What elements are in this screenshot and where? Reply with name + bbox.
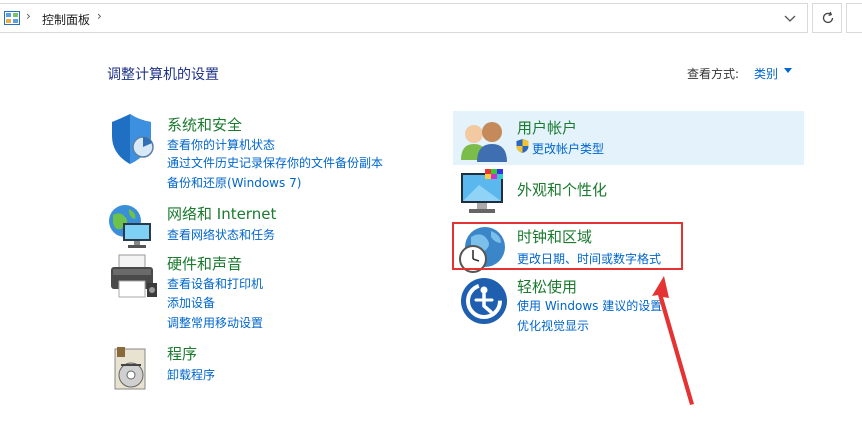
category-system-security: 系统和安全 查看你的计算机状态 通过文件历史记录保存你的文件备份副本 备份和还原… [107, 114, 437, 194]
link-change-account-type[interactable]: 更改帐户类型 [532, 140, 604, 157]
monitor-palette-icon[interactable] [459, 167, 509, 217]
chevron-down-icon[interactable] [784, 13, 796, 23]
link-windows-suggested-settings[interactable]: 使用 Windows 建议的设置 [517, 297, 662, 314]
programs-icon[interactable] [107, 343, 157, 393]
link-devices-printers[interactable]: 查看设备和打印机 [167, 275, 263, 292]
category-programs: 程序 卸载程序 [107, 343, 437, 390]
category-ease-of-access: 轻松使用 使用 Windows 建议的设置 优化视觉显示 [459, 276, 799, 334]
link-add-device[interactable]: 添加设备 [167, 294, 215, 311]
view-by-dropdown[interactable]: 类别 [754, 65, 778, 82]
breadcrumb-chevron-icon[interactable]: › [97, 9, 102, 23]
view-by-label: 查看方式: [687, 67, 740, 81]
breadcrumb-control-panel[interactable]: 控制面板 [42, 11, 90, 28]
breadcrumb-separator-icon[interactable]: › [26, 9, 31, 23]
link-mobility-settings[interactable]: 调整常用移动设置 [167, 314, 263, 331]
uac-shield-icon [516, 139, 529, 153]
address-bar-area: › 控制面板 › [0, 0, 862, 38]
link-backup-restore[interactable]: 备份和还原(Windows 7) [167, 174, 301, 191]
annotation-highlight-box [452, 222, 683, 270]
caret-down-icon[interactable] [784, 68, 792, 74]
category-network-internet: 网络和 Internet 查看网络状态和任务 [107, 203, 437, 248]
refresh-button[interactable] [812, 3, 842, 33]
address-bar[interactable]: › 控制面板 › [0, 3, 808, 33]
link-optimize-display[interactable]: 优化视觉显示 [517, 317, 589, 334]
link-uninstall-program[interactable]: 卸载程序 [167, 366, 215, 383]
ease-of-access-icon[interactable] [459, 276, 509, 326]
category-appearance: 外观和个性化 [459, 167, 799, 217]
network-globe-icon[interactable] [107, 203, 157, 253]
refresh-icon [822, 11, 834, 24]
page-title: 调整计算机的设置 [107, 67, 219, 83]
category-title[interactable]: 系统和安全 [167, 114, 242, 135]
link-network-status[interactable]: 查看网络状态和任务 [167, 226, 275, 243]
printer-icon[interactable] [107, 253, 157, 303]
shield-icon[interactable] [107, 114, 157, 164]
control-panel-icon [4, 11, 20, 25]
link-check-computer-status[interactable]: 查看你的计算机状态 [167, 136, 275, 153]
category-user-accounts: 用户帐户 更改帐户类型 [459, 116, 799, 164]
category-title[interactable]: 网络和 Internet [167, 203, 276, 224]
category-title[interactable]: 轻松使用 [517, 276, 577, 297]
users-icon[interactable] [459, 116, 509, 166]
link-file-history[interactable]: 通过文件历史记录保存你的文件备份副本 [167, 154, 383, 171]
search-box[interactable] [846, 3, 862, 33]
category-hardware-sound: 硬件和声音 查看设备和打印机 添加设备 调整常用移动设置 [107, 253, 437, 333]
category-title[interactable]: 用户帐户 [517, 117, 577, 138]
category-title[interactable]: 程序 [167, 343, 197, 364]
category-title[interactable]: 硬件和声音 [167, 253, 242, 274]
category-title[interactable]: 外观和个性化 [517, 179, 607, 200]
